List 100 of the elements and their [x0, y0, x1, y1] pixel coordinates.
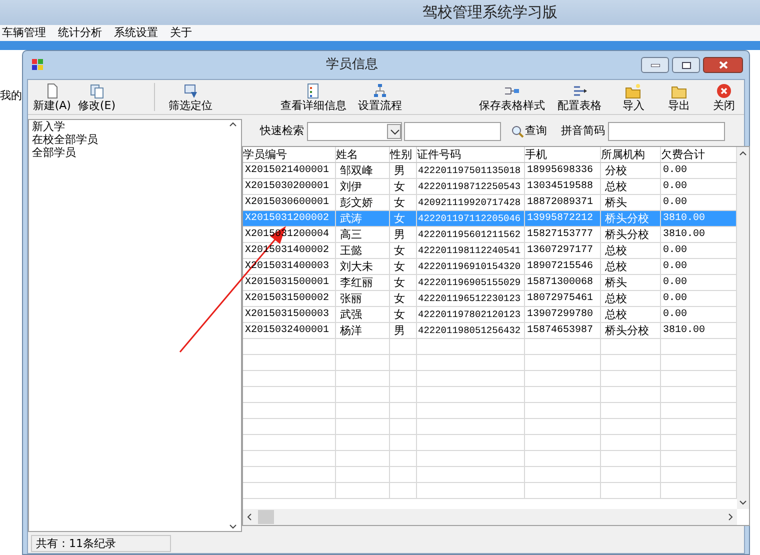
scroll-up-icon[interactable]: [739, 151, 747, 156]
list-icon: [305, 83, 322, 99]
table-cell: 女: [390, 243, 417, 258]
table-cell: 总校: [601, 291, 661, 306]
table-cell: 张丽: [336, 291, 390, 306]
toolbar-button[interactable]: 新建(A): [30, 83, 74, 113]
table-cell: 422201196512230123: [417, 291, 525, 306]
toolbar-button[interactable]: 导入: [613, 83, 654, 113]
window-title: 学员信息: [326, 56, 378, 74]
table-cell: 13034519588: [525, 179, 601, 194]
pinyin-field[interactable]: [608, 122, 725, 141]
column-header[interactable]: 学员编号: [243, 147, 336, 162]
table-cell: 分校: [601, 163, 661, 178]
close-icon: [718, 61, 728, 69]
table-cell: 女: [390, 307, 417, 322]
search-field[interactable]: [404, 122, 501, 141]
menu-item[interactable]: 系统设置: [114, 24, 158, 42]
column-header[interactable]: 证件号码: [417, 147, 525, 162]
table-cell: 15874653987: [525, 323, 601, 338]
table-cell: 杨洋: [336, 323, 390, 338]
maximize-button[interactable]: [672, 57, 700, 73]
table-cell: 桥头分校: [601, 227, 661, 242]
table-cell: 女: [390, 291, 417, 306]
query-button[interactable]: 查询: [511, 123, 547, 140]
table-cell: 刘大未: [336, 259, 390, 274]
search-label: 快速检索: [260, 123, 304, 140]
table-cell: 刘伊: [336, 179, 390, 194]
table-cell: 18072975461: [525, 291, 601, 306]
table-row[interactable]: X2015031500002 张丽 女 422201196512230123 18072975461 总校 0.00: [243, 291, 737, 307]
copy-icon: [88, 83, 105, 99]
toolbar-button[interactable]: 设置流程: [352, 83, 408, 113]
scroll-down-icon[interactable]: [739, 500, 747, 505]
toolbar-button[interactable]: 关闭: [704, 83, 744, 113]
search-dropdown[interactable]: [307, 122, 402, 141]
flowchart-icon: [372, 83, 388, 99]
column-header[interactable]: 性别: [390, 147, 417, 162]
table-row[interactable]: X2015030600001 彭文娇 女 420921119920717428 18872089371 桥头 0.00: [243, 195, 737, 211]
scroll-thumb[interactable]: [258, 510, 274, 524]
column-header[interactable]: 所属机构: [601, 147, 661, 162]
table-cell: 422201197501135018: [417, 163, 525, 178]
table-cell: 15871300068: [525, 275, 601, 290]
category-item[interactable]: 在校全部学员: [32, 133, 225, 146]
menu-item[interactable]: 统计分析: [58, 24, 102, 42]
table-cell: X2015030200001: [243, 179, 336, 194]
table-cell: 王懿: [336, 243, 390, 258]
table-cell: 总校: [601, 307, 661, 322]
table-cell: 422201198712250543: [417, 179, 525, 194]
toolbar-button[interactable]: 筛选定位: [160, 83, 220, 113]
toolbar-button[interactable]: 导出: [659, 83, 700, 113]
table-cell: X2015031500003: [243, 307, 336, 322]
table-cell: X2015021400001: [243, 163, 336, 178]
table-cell: 彭文娇: [336, 195, 390, 210]
scroll-right-icon[interactable]: [728, 513, 733, 521]
app-icon: [31, 58, 45, 72]
table-cell: 男: [390, 323, 417, 338]
category-item[interactable]: 全部学员: [32, 146, 225, 159]
table-cell: 422201196905155029: [417, 275, 525, 290]
table-row[interactable]: X2015030200001 刘伊 女 422201198712250543 13034519588 总校 0.00: [243, 179, 737, 195]
category-item[interactable]: 新入学: [32, 120, 225, 133]
table-cell: 男: [390, 163, 417, 178]
table-cell: 女: [390, 179, 417, 194]
table-cell: 15827153777: [525, 227, 601, 242]
chevron-down-icon: [387, 124, 401, 139]
table-cell: 女: [390, 275, 417, 290]
app-title: 驾校管理系统学习版: [422, 2, 558, 24]
table-cell: 高三: [336, 227, 390, 242]
menu-item[interactable]: 关于: [170, 24, 192, 42]
toolbar-button[interactable]: 查看详细信息: [275, 83, 352, 113]
scroll-left-icon[interactable]: [247, 513, 252, 521]
table-cell: 13907299780: [525, 307, 601, 322]
table-row[interactable]: X2015021400001 邹双峰 男 422201197501135018 18995698336 分校 0.00: [243, 163, 737, 179]
table-cell: 420921119920717428: [417, 195, 525, 210]
table-cell: 女: [390, 211, 417, 226]
close-button[interactable]: [703, 57, 743, 73]
table-cell: 422201198051256432: [417, 323, 525, 338]
table-cell: 桥头: [601, 195, 661, 210]
table-row[interactable]: X2015032400001 杨洋 男 422201198051256432 15874653987 桥头分校 3810.00: [243, 323, 737, 339]
table-cell: 邹双峰: [336, 163, 390, 178]
folder-icon: [625, 83, 642, 99]
toolbar-button[interactable]: 配置表格: [552, 83, 608, 113]
column-header[interactable]: 姓名: [336, 147, 390, 162]
scroll-down-icon[interactable]: [229, 524, 237, 529]
close-icon: [716, 83, 732, 99]
table-cell: 422201196910154320: [417, 259, 525, 274]
table-cell: 13607297177: [525, 243, 601, 258]
table-cell: 422201197112205046: [417, 211, 525, 226]
table-cell: X2015031500001: [243, 275, 336, 290]
toolbar-button[interactable]: 修改(E): [74, 83, 120, 113]
column-header[interactable]: 手机: [525, 147, 601, 162]
table-cell: 女: [390, 195, 417, 210]
table-cell: X2015031200002: [243, 211, 336, 226]
table-cell: X2015031500002: [243, 291, 336, 306]
status-bar: 共有：11条纪录: [31, 534, 171, 552]
table-row[interactable]: X2015031500001 李红丽 女 422201196905155029 15871300068 桥头 0.00: [243, 275, 737, 291]
minimize-button[interactable]: [641, 57, 669, 73]
menu-item[interactable]: 车辆管理: [2, 24, 46, 42]
scroll-up-icon[interactable]: [229, 122, 237, 127]
table-row[interactable]: X2015031500003 武强 女 422201197802120123 13907299780 总校 0.00: [243, 307, 737, 323]
toolbar-button[interactable]: 保存表格样式: [474, 83, 550, 113]
table-cell: 18995698336: [525, 163, 601, 178]
